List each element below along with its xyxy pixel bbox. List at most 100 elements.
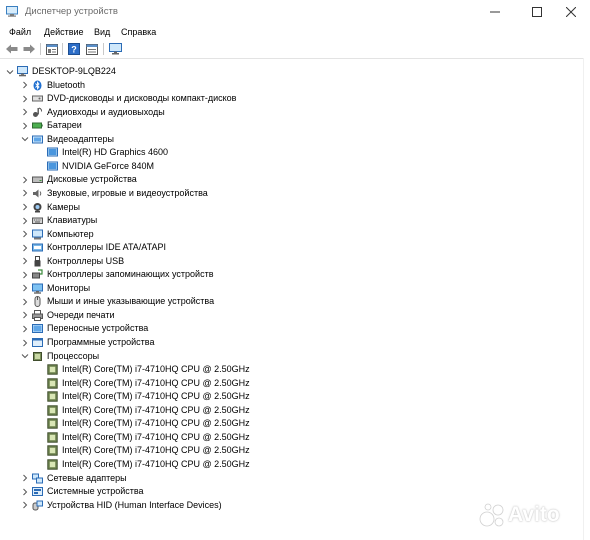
- tree-category[interactable]: Видеоадаптеры: [20, 133, 114, 146]
- tree-device[interactable]: Intel(R) Core(TM) i7-4710HQ CPU @ 2.50GH…: [47, 431, 250, 444]
- minimize-button[interactable]: [476, 0, 514, 24]
- window-title: Диспетчер устройств: [25, 6, 118, 17]
- storage-controller-icon: [32, 269, 43, 280]
- tree-category[interactable]: Очереди печати: [20, 309, 115, 322]
- expander[interactable]: [20, 282, 29, 295]
- cpu-icon: [47, 377, 58, 389]
- tree-category[interactable]: Системные устройства: [20, 485, 144, 498]
- tree-category[interactable]: Устройства HID (Human Interface Devices): [20, 499, 222, 512]
- computer-icon: [32, 229, 43, 240]
- tree-category[interactable]: Bluetooth: [20, 79, 85, 92]
- close-button[interactable]: [552, 0, 590, 24]
- tree-category[interactable]: Камеры: [20, 201, 80, 214]
- chevron-right-icon: [22, 230, 27, 238]
- tree-category[interactable]: Дисковые устройства: [20, 173, 137, 186]
- chevron-right-icon: [22, 108, 27, 116]
- back-button[interactable]: [4, 42, 19, 56]
- tree-device-label: Intel(R) Core(TM) i7-4710HQ CPU @ 2.50GH…: [62, 377, 250, 388]
- tree-device[interactable]: Intel(R) Core(TM) i7-4710HQ CPU @ 2.50GH…: [47, 404, 250, 417]
- tree-category[interactable]: Процессоры: [20, 350, 99, 363]
- tree-category[interactable]: Контроллеры IDE ATA/ATAPI: [20, 241, 166, 254]
- expander[interactable]: [20, 133, 29, 146]
- toolbar: ?: [0, 41, 590, 59]
- chevron-right-icon: [22, 257, 27, 265]
- tree-device[interactable]: Intel(R) Core(TM) i7-4710HQ CPU @ 2.50GH…: [47, 363, 250, 376]
- expander[interactable]: [20, 79, 29, 92]
- tree-device-label: Intel(R) Core(TM) i7-4710HQ CPU @ 2.50GH…: [62, 458, 250, 469]
- expander[interactable]: [20, 322, 29, 335]
- tree-device[interactable]: Intel(R) HD Graphics 4600: [47, 146, 168, 159]
- tree-device[interactable]: Intel(R) Core(TM) i7-4710HQ CPU @ 2.50GH…: [47, 458, 250, 471]
- device-manager-icon: [6, 6, 18, 17]
- tree-category-label: Контроллеры запоминающих устройств: [47, 269, 214, 280]
- expander[interactable]: [20, 350, 29, 363]
- usb-icon: [32, 255, 43, 267]
- expander[interactable]: [20, 336, 29, 349]
- expander[interactable]: [20, 119, 29, 132]
- tree-category[interactable]: Мониторы: [20, 282, 90, 295]
- properties-button[interactable]: [44, 42, 59, 56]
- cpu-icon: [47, 418, 58, 429]
- tree-category-label: Очереди печати: [47, 309, 115, 320]
- menu-view[interactable]: Вид: [94, 27, 110, 37]
- expander[interactable]: [20, 173, 29, 186]
- chevron-right-icon: [22, 284, 27, 292]
- dvd-icon: [32, 93, 43, 104]
- tree-category[interactable]: DVD-дисководы и дисководы компакт-дисков: [20, 92, 236, 105]
- tree-category[interactable]: Переносные устройства: [20, 322, 148, 335]
- tree-device-label: NVIDIA GeForce 840M: [62, 160, 155, 171]
- tree-device[interactable]: Intel(R) Core(TM) i7-4710HQ CPU @ 2.50GH…: [47, 377, 250, 390]
- details-button[interactable]: [84, 42, 99, 56]
- tree-category[interactable]: Компьютер: [20, 228, 94, 241]
- menu-file[interactable]: Файл: [9, 27, 31, 37]
- tree-category-label: Переносные устройства: [47, 323, 149, 334]
- cpu-icon: [47, 432, 58, 443]
- expander[interactable]: [20, 106, 29, 119]
- forward-button[interactable]: [21, 42, 36, 56]
- expander[interactable]: [20, 187, 29, 200]
- tree-category[interactable]: Контроллеры USB: [20, 255, 124, 268]
- help-button[interactable]: ?: [66, 42, 81, 56]
- tree-category[interactable]: Программные устройства: [20, 336, 154, 349]
- tree-device[interactable]: Intel(R) Core(TM) i7-4710HQ CPU @ 2.50GH…: [47, 417, 250, 430]
- monitor-icon: [32, 283, 43, 294]
- tree-category-label: Компьютер: [47, 228, 94, 239]
- scan-hardware-button[interactable]: [108, 42, 123, 56]
- tree-category[interactable]: Клавиатуры: [20, 214, 97, 227]
- tree-category-label: Звуковые, игровые и видеоустройства: [47, 187, 208, 198]
- gpu-child-icon: [47, 161, 58, 172]
- tree-category[interactable]: Мыши и иные указывающие устройства: [20, 295, 214, 308]
- expander[interactable]: [5, 65, 14, 78]
- tree-device[interactable]: NVIDIA GeForce 840M: [47, 160, 154, 173]
- tree-category[interactable]: Аудиовходы и аудиовыходы: [20, 106, 165, 119]
- audio-icon: [32, 107, 43, 118]
- tree-category[interactable]: Звуковые, игровые и видеоустройства: [20, 187, 208, 200]
- tree-device-label: Intel(R) Core(TM) i7-4710HQ CPU @ 2.50GH…: [62, 445, 250, 456]
- expander[interactable]: [20, 228, 29, 241]
- expander[interactable]: [20, 241, 29, 254]
- tree-category[interactable]: Батареи: [20, 119, 82, 132]
- expander[interactable]: [20, 92, 29, 105]
- tree-category-label: Видеоадаптеры: [47, 133, 114, 144]
- expander[interactable]: [20, 485, 29, 498]
- tree-category-label: Процессоры: [47, 350, 100, 361]
- expander[interactable]: [20, 201, 29, 214]
- tree-device[interactable]: Intel(R) Core(TM) i7-4710HQ CPU @ 2.50GH…: [47, 444, 250, 457]
- processor-icon: [32, 351, 43, 362]
- expander[interactable]: [20, 499, 29, 512]
- vertical-scrollbar[interactable]: [583, 58, 590, 540]
- expander[interactable]: [20, 268, 29, 281]
- menu-help[interactable]: Справка: [121, 27, 156, 37]
- expander[interactable]: [20, 214, 29, 227]
- menu-action[interactable]: Действие: [44, 27, 84, 37]
- tree-root[interactable]: DESKTOP-9LQB224: [5, 65, 116, 78]
- expander[interactable]: [20, 472, 29, 485]
- tree-category[interactable]: Контроллеры запоминающих устройств: [20, 268, 213, 281]
- expander[interactable]: [20, 295, 29, 308]
- expander[interactable]: [20, 309, 29, 322]
- tree-device[interactable]: Intel(R) Core(TM) i7-4710HQ CPU @ 2.50GH…: [47, 390, 250, 403]
- maximize-button[interactable]: [518, 0, 556, 24]
- expander[interactable]: [20, 255, 29, 268]
- tree-category[interactable]: Сетевые адаптеры: [20, 472, 127, 485]
- tree-category-label: Батареи: [47, 120, 82, 131]
